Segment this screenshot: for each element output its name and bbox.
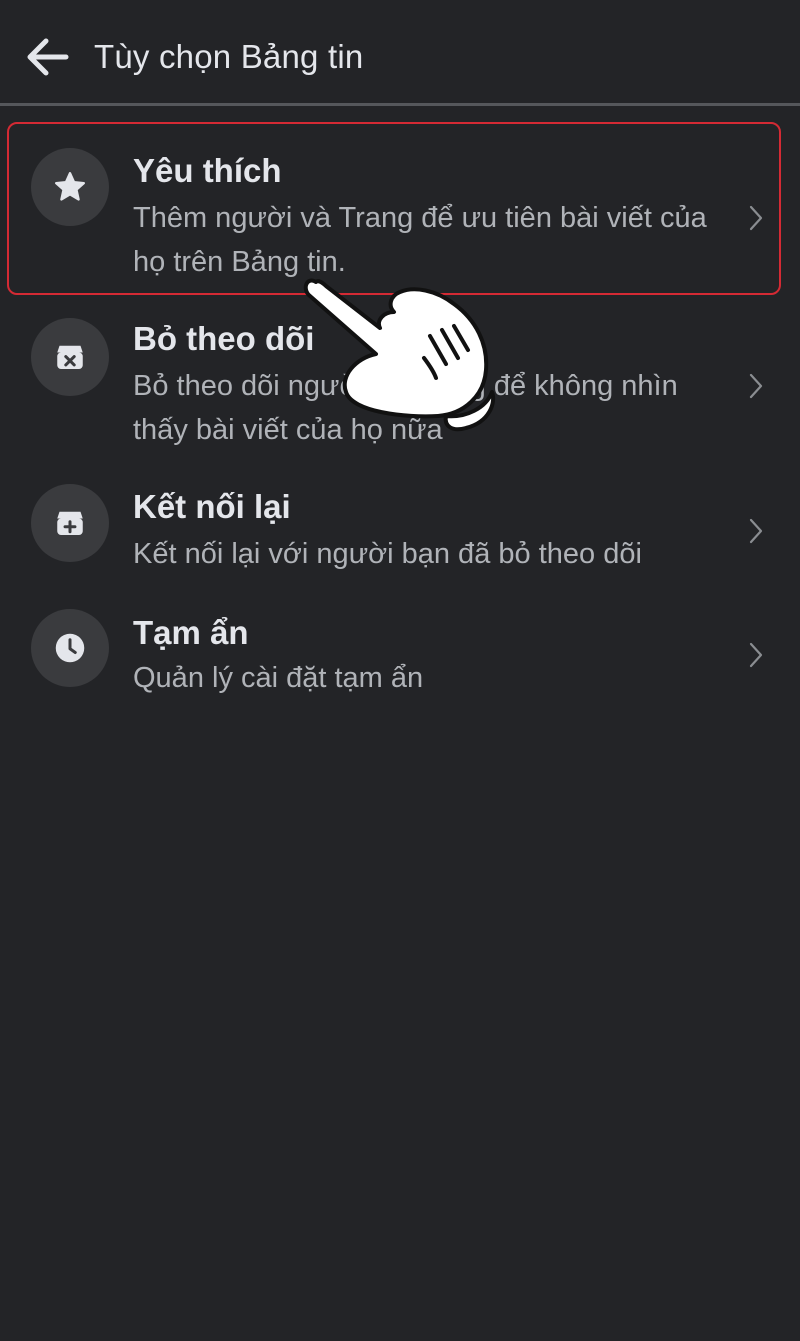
chevron-right-icon bbox=[749, 518, 763, 544]
menu-item-reconnect[interactable]: Kết nối lại Kết nối lại với người bạn đã… bbox=[0, 466, 800, 590]
menu-item-title: Yêu thích bbox=[133, 152, 282, 189]
menu-item-description: Bỏ theo dõi người và Trang để không nhìn… bbox=[133, 370, 678, 446]
screen: Tùy chọn Bảng tin Yêu thích Thêm người v… bbox=[0, 0, 800, 1341]
menu-item-description: Thêm người và Trang để ưu tiên bài viết … bbox=[133, 202, 707, 278]
clock-icon bbox=[55, 633, 85, 663]
arrow-left-icon bbox=[27, 38, 69, 76]
star-icon-circle bbox=[31, 148, 109, 226]
reconnect-icon bbox=[57, 511, 83, 535]
header-divider bbox=[0, 103, 800, 106]
menu-item-snooze[interactable]: Tạm ẩn Quản lý cài đặt tạm ẩn bbox=[0, 592, 800, 716]
unfollow-icon-circle bbox=[31, 318, 109, 396]
menu-item-description: Quản lý cài đặt tạm ẩn bbox=[133, 662, 424, 694]
menu-item-favorites[interactable]: Yêu thích Thêm người và Trang để ưu tiên… bbox=[0, 124, 800, 294]
chevron-right-icon bbox=[749, 205, 763, 231]
menu-item-title: Bỏ theo dõi bbox=[133, 320, 315, 357]
star-icon bbox=[54, 171, 86, 201]
clock-icon-circle bbox=[31, 609, 109, 687]
reconnect-icon-circle bbox=[31, 484, 109, 562]
unfollow-icon bbox=[57, 345, 83, 369]
menu-item-title: Tạm ẩn bbox=[133, 614, 249, 651]
header-bar: Tùy chọn Bảng tin bbox=[0, 0, 800, 104]
menu-item-unfollow[interactable]: Bỏ theo dõi Bỏ theo dõi người và Trang đ… bbox=[0, 296, 800, 464]
page-title: Tùy chọn Bảng tin bbox=[94, 38, 364, 75]
menu-item-description: Kết nối lại với người bạn đã bỏ theo dõi bbox=[133, 538, 642, 570]
chevron-right-icon bbox=[749, 373, 763, 399]
menu-item-title: Kết nối lại bbox=[133, 488, 291, 525]
back-button[interactable] bbox=[20, 32, 74, 82]
chevron-right-icon bbox=[749, 642, 763, 668]
